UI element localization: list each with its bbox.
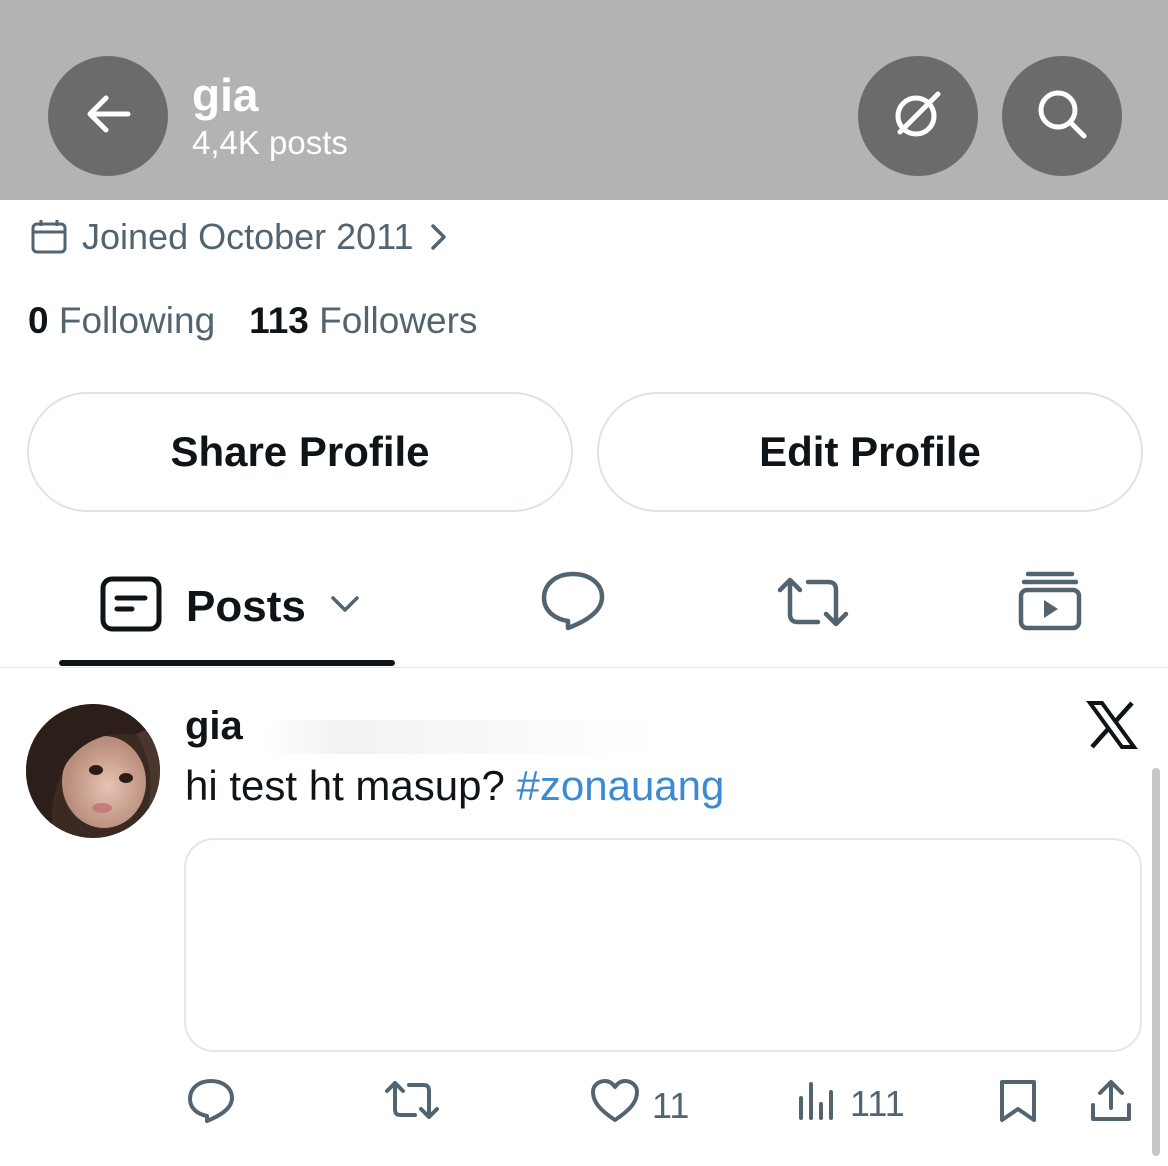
joined-text: Joined October 2011: [82, 216, 414, 257]
grok-icon: [892, 88, 944, 145]
chevron-right-icon: [428, 222, 450, 252]
repost-icon: [384, 1078, 440, 1131]
following-link[interactable]: 0 Following: [28, 300, 215, 342]
active-tab-indicator: [59, 660, 395, 666]
reposts-icon: [776, 577, 850, 634]
back-button[interactable]: [48, 56, 168, 176]
like-count: 11: [652, 1084, 690, 1126]
following-label: Following: [58, 300, 216, 341]
followers-count: 113: [249, 300, 309, 341]
tab-media[interactable]: [1018, 570, 1082, 637]
replies-icon: [540, 571, 606, 636]
views-button[interactable]: 111: [796, 1078, 905, 1129]
media-icon: [1018, 571, 1082, 636]
post-author[interactable]: gia: [185, 704, 243, 749]
tab-posts[interactable]: Posts: [100, 576, 360, 637]
header-name: gia: [192, 69, 259, 121]
following-count: 0: [28, 300, 49, 341]
calendar-icon: [30, 218, 68, 256]
posts-icon: [100, 576, 162, 637]
x-logo-icon: [1086, 700, 1138, 755]
share-profile-button[interactable]: Share Profile: [27, 392, 573, 512]
reply-button[interactable]: [187, 1078, 235, 1133]
bookmark-button[interactable]: [998, 1078, 1038, 1133]
redacted-handle: [262, 720, 662, 754]
post-body: hi test ht masup?: [185, 762, 505, 809]
bookmark-icon: [998, 1078, 1038, 1133]
search-icon: [1034, 86, 1090, 147]
post-media-card[interactable]: [184, 838, 1142, 1052]
heart-icon: [590, 1078, 640, 1133]
tab-replies[interactable]: [540, 570, 606, 637]
chevron-down-icon: [330, 594, 360, 619]
tab-posts-label: Posts: [186, 581, 306, 631]
profile-header: gia 4,4K posts: [0, 0, 1168, 200]
views-icon: [796, 1078, 838, 1129]
grok-button[interactable]: [858, 56, 978, 176]
post-text: hi test ht masup? #zonauang: [185, 762, 724, 810]
arrow-left-icon: [84, 94, 132, 139]
share-icon: [1088, 1078, 1134, 1133]
header-post-count: 4,4K posts: [192, 124, 348, 161]
joined-date-row[interactable]: Joined October 2011: [30, 214, 450, 260]
profile-tabs: Posts: [0, 550, 1168, 668]
like-button[interactable]: 11: [590, 1078, 689, 1133]
repost-button[interactable]: [384, 1078, 440, 1131]
reply-icon: [187, 1078, 235, 1133]
hashtag-link[interactable]: #zonauang: [517, 762, 725, 809]
followers-label: Followers: [319, 300, 478, 341]
view-count: 111: [850, 1082, 905, 1124]
edit-profile-button[interactable]: Edit Profile: [597, 392, 1143, 512]
scrollbar[interactable]: [1152, 768, 1160, 1156]
follow-counts: 0 Following 113 Followers: [28, 300, 477, 342]
tab-reposts[interactable]: [776, 574, 850, 635]
share-button[interactable]: [1088, 1078, 1134, 1133]
avatar[interactable]: [26, 704, 160, 838]
search-button[interactable]: [1002, 56, 1122, 176]
followers-link[interactable]: 113 Followers: [249, 300, 477, 342]
